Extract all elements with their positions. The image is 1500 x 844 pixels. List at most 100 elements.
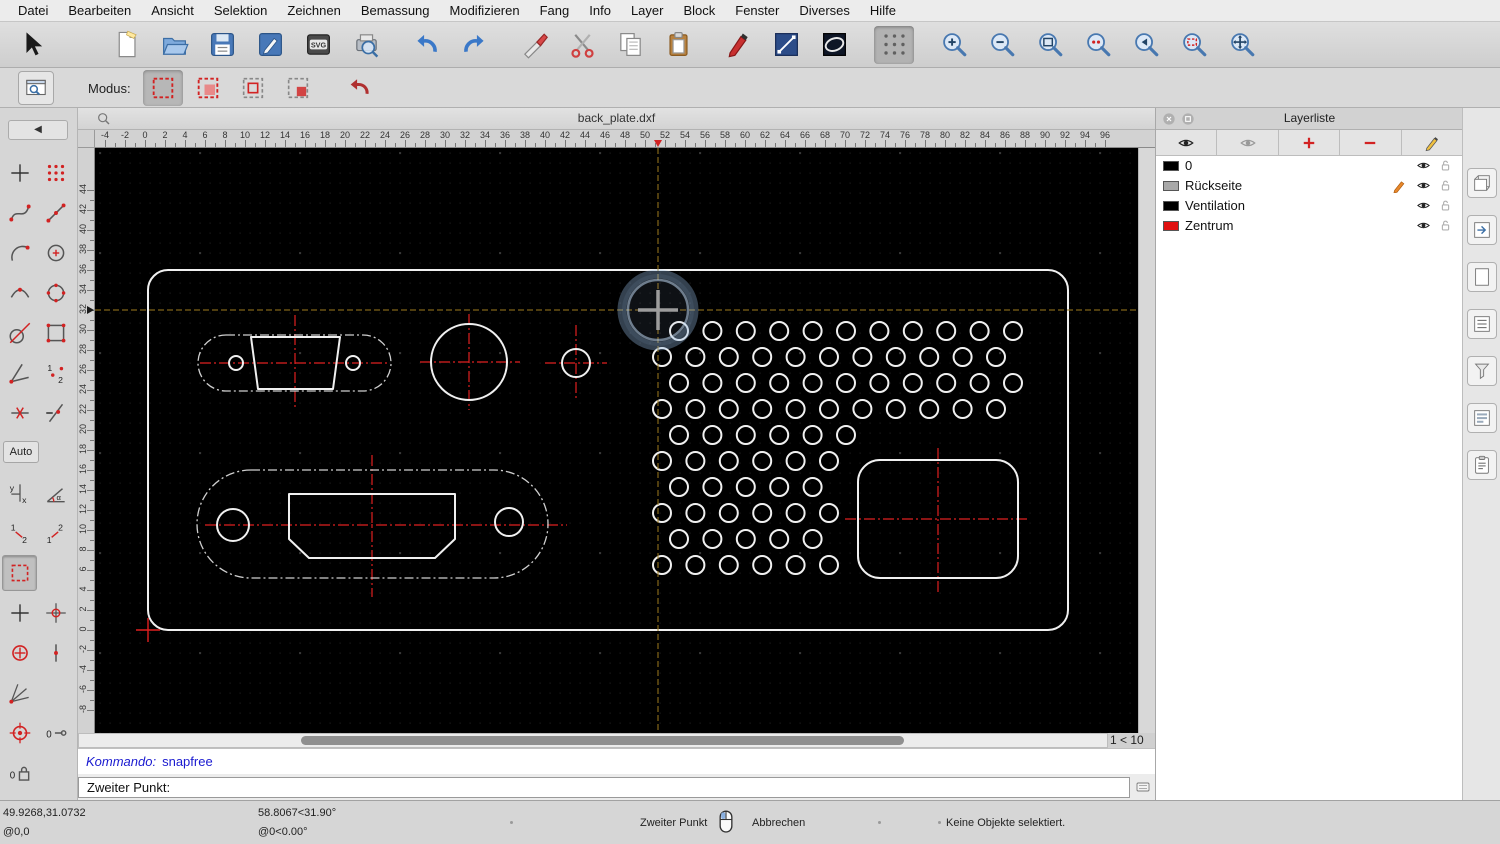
layer-lock-icon[interactable] — [1438, 158, 1453, 173]
relative-zero-position-button[interactable]: 0 — [38, 715, 73, 751]
menu-info[interactable]: Info — [579, 3, 621, 18]
snap-middle-button[interactable] — [2, 275, 37, 311]
menu-selektion[interactable]: Selektion — [204, 3, 277, 18]
open-document-button[interactable] — [154, 26, 194, 64]
menu-modifizieren[interactable]: Modifizieren — [440, 3, 530, 18]
layer-row-rckseite[interactable]: Rückseite — [1156, 176, 1463, 196]
zoom-auto-button[interactable] — [1030, 26, 1070, 64]
pen-tool-button[interactable] — [718, 26, 758, 64]
order-first-second-button[interactable]: 12 — [2, 515, 37, 551]
cut-button[interactable] — [562, 26, 602, 64]
new-document-button[interactable] — [106, 26, 146, 64]
layer-row-ventilation[interactable]: Ventilation — [1156, 196, 1463, 216]
snap-intersection-manual-button[interactable] — [38, 395, 73, 431]
zoom-redraw-button[interactable] — [1078, 26, 1118, 64]
snap-intersection-button[interactable] — [2, 395, 37, 431]
svg-export-button[interactable]: SVG — [298, 26, 338, 64]
dock-empty-page-button[interactable] — [1467, 262, 1497, 292]
drawing-canvas[interactable] — [95, 148, 1138, 733]
layer-lock-icon[interactable] — [1438, 178, 1453, 193]
print-preview-button[interactable] — [346, 26, 386, 64]
zoom-previous-button[interactable] — [1126, 26, 1166, 64]
edit-layer-button[interactable] — [1402, 130, 1464, 155]
snap-entity-center-button[interactable] — [2, 635, 37, 671]
horizontal-scrollbar[interactable] — [78, 733, 1108, 748]
grid-toggle-button[interactable] — [874, 25, 914, 64]
command-options-button[interactable] — [1134, 778, 1152, 796]
show-all-layers-button[interactable] — [1156, 130, 1218, 155]
layer-visibility-icon[interactable] — [1416, 158, 1431, 173]
menu-hilfe[interactable]: Hilfe — [860, 3, 906, 18]
snap-angle-button[interactable] — [2, 355, 37, 391]
view-window-button[interactable] — [18, 71, 54, 105]
menu-fenster[interactable]: Fenster — [725, 3, 789, 18]
menu-layer[interactable]: Layer — [621, 3, 674, 18]
mode-invert-selection-button[interactable] — [278, 70, 318, 106]
mode-deselect-window-button[interactable] — [188, 70, 228, 106]
line-tool-button[interactable] — [766, 26, 806, 64]
layer-row-0[interactable]: 0 — [1156, 156, 1463, 176]
snap-center-button[interactable] — [38, 235, 73, 271]
snap-corners-button[interactable] — [38, 315, 73, 351]
order-second-first-button[interactable]: 12 — [38, 515, 73, 551]
menu-zeichnen[interactable]: Zeichnen — [277, 3, 350, 18]
menu-datei[interactable]: Datei — [8, 3, 58, 18]
delete-tool-button[interactable] — [514, 26, 554, 64]
menu-bearbeiten[interactable]: Bearbeiten — [58, 3, 141, 18]
snap-arc-point-button[interactable] — [2, 235, 37, 271]
remove-layer-button[interactable] — [1340, 130, 1402, 155]
paste-button[interactable] — [658, 26, 698, 64]
mode-select-window-button[interactable] — [143, 70, 183, 106]
coordinate-polar-button[interactable]: α — [38, 475, 73, 511]
layer-visibility-icon[interactable] — [1416, 198, 1431, 213]
snap-on-entity-button[interactable] — [38, 195, 73, 231]
command-input[interactable]: Zweiter Punkt: — [78, 777, 1130, 798]
snap-endpoints-button[interactable] — [2, 195, 37, 231]
dock-library-button[interactable] — [1467, 403, 1497, 433]
menu-fang[interactable]: Fang — [530, 3, 580, 18]
dock-layer-list-button[interactable] — [1467, 309, 1497, 339]
copy-button[interactable] — [610, 26, 650, 64]
snap-free-button[interactable] — [2, 155, 37, 191]
coordinate-cartesian-button[interactable]: yx — [2, 475, 37, 511]
selection-rectangle-mode-button[interactable] — [2, 555, 37, 591]
snap-grid-button[interactable] — [38, 155, 73, 191]
add-layer-button[interactable] — [1279, 130, 1341, 155]
ellipse-tool-button[interactable] — [814, 26, 854, 64]
menu-diverses[interactable]: Diverses — [789, 3, 860, 18]
dock-insert-button[interactable] — [1467, 215, 1497, 245]
menu-block[interactable]: Block — [673, 3, 725, 18]
layer-lock-icon[interactable] — [1438, 218, 1453, 233]
horizontal-scrollbar-thumb[interactable] — [301, 736, 904, 745]
zoom-in-button[interactable] — [934, 26, 974, 64]
save-document-button[interactable] — [202, 26, 242, 64]
layer-row-zentrum[interactable]: Zentrum — [1156, 216, 1463, 236]
multiple-angles-button[interactable] — [2, 675, 37, 711]
snap-sequence-button[interactable]: 12 — [38, 355, 73, 391]
snap-auto-button[interactable]: Auto — [3, 441, 39, 463]
menu-bemassung[interactable]: Bemassung — [351, 3, 440, 18]
pointer-tool-button[interactable] — [12, 26, 52, 64]
zoom-pan-button[interactable] — [1222, 26, 1262, 64]
layer-visibility-icon[interactable] — [1416, 178, 1431, 193]
palette-collapse-button[interactable]: ◀ — [8, 120, 68, 140]
restrict-nothing-button[interactable] — [2, 595, 37, 631]
snap-tangent-button[interactable] — [2, 315, 37, 351]
layer-lock-icon[interactable] — [1438, 198, 1453, 213]
vertical-scrollbar[interactable] — [1138, 148, 1155, 733]
lock-relative-zero-button[interactable]: 0 — [2, 755, 37, 791]
dock-clipboard-button[interactable] — [1467, 450, 1497, 480]
zoom-out-button[interactable] — [982, 26, 1022, 64]
snap-quadrant-button[interactable] — [38, 275, 73, 311]
mode-back-button[interactable] — [340, 70, 380, 106]
redo-button[interactable] — [454, 26, 494, 64]
undo-button[interactable] — [406, 26, 446, 64]
layer-visibility-icon[interactable] — [1416, 218, 1431, 233]
edit-document-button[interactable] — [250, 26, 290, 64]
set-relative-zero-button[interactable] — [2, 715, 37, 751]
restrict-orthogonal-button[interactable] — [38, 595, 73, 631]
mode-select-intersected-button[interactable] — [233, 70, 273, 106]
dock-filter-button[interactable] — [1467, 356, 1497, 386]
restrict-vertical-button[interactable] — [38, 635, 73, 671]
dock-block-view-button[interactable] — [1467, 168, 1497, 198]
